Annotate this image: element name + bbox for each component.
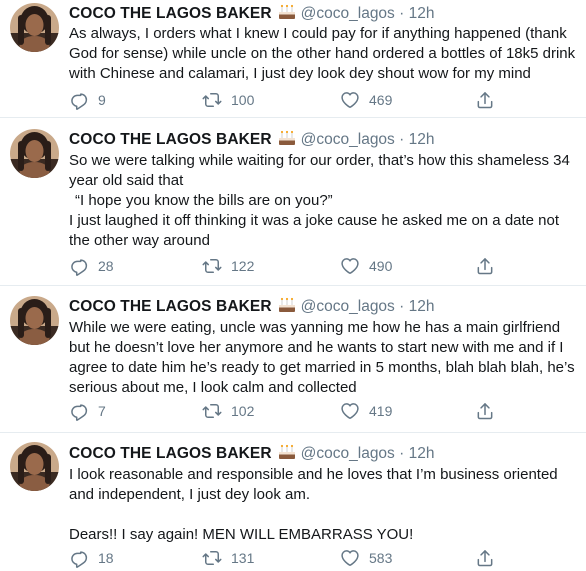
tweet-actions: 7 102 419 bbox=[69, 401, 489, 421]
tweet-text: So we were talking while waiting for our… bbox=[69, 151, 579, 251]
retweet-icon bbox=[202, 548, 222, 568]
retweet-button[interactable]: 131 bbox=[202, 548, 254, 568]
like-button[interactable]: 469 bbox=[340, 90, 392, 110]
like-button[interactable]: 490 bbox=[340, 256, 392, 276]
tweet-actions: 9 100 469 bbox=[69, 90, 489, 110]
separator-dot: · bbox=[399, 298, 405, 315]
retweet-count: 100 bbox=[231, 92, 255, 108]
avatar-image bbox=[10, 296, 59, 345]
reply-button[interactable]: 28 bbox=[69, 256, 114, 276]
reply-count: 7 bbox=[98, 403, 106, 419]
separator-dot: · bbox=[399, 5, 405, 22]
tweet-header: COCO THE LAGOS BAKER @coco_lagos · 12h bbox=[69, 4, 434, 23]
heart-icon bbox=[340, 90, 360, 110]
tweet-actions: 18 131 583 bbox=[69, 548, 489, 568]
username[interactable]: @coco_lagos bbox=[301, 131, 395, 148]
reply-button[interactable]: 7 bbox=[69, 401, 106, 421]
avatar[interactable] bbox=[10, 296, 59, 345]
like-button[interactable]: 583 bbox=[340, 548, 392, 568]
reply-icon bbox=[69, 401, 89, 421]
tweet-header: COCO THE LAGOS BAKER @coco_lagos · 12h bbox=[69, 444, 434, 463]
avatar[interactable] bbox=[10, 129, 59, 178]
share-button[interactable] bbox=[475, 90, 495, 110]
avatar-image bbox=[10, 3, 59, 52]
avatar-image bbox=[10, 442, 59, 491]
tweet-header: COCO THE LAGOS BAKER @coco_lagos · 12h bbox=[69, 130, 434, 149]
share-icon bbox=[475, 256, 495, 276]
retweet-button[interactable]: 100 bbox=[202, 90, 254, 110]
avatar-image bbox=[10, 129, 59, 178]
like-button[interactable]: 419 bbox=[340, 401, 392, 421]
tweet-text-paragraph: I just laughed it off thinking it was a … bbox=[69, 212, 560, 249]
retweet-icon bbox=[202, 90, 222, 110]
username[interactable]: @coco_lagos bbox=[301, 298, 395, 315]
separator-dot: · bbox=[399, 445, 405, 462]
tweet-text-paragraph: So we were talking while waiting for our… bbox=[69, 152, 570, 189]
tweet-text-paragraph: I look reasonable and responsible and he… bbox=[69, 466, 558, 503]
tweet-actions: 28 122 490 bbox=[69, 256, 489, 276]
username[interactable]: @coco_lagos bbox=[301, 5, 395, 22]
reply-count: 28 bbox=[98, 258, 114, 274]
retweet-button[interactable]: 122 bbox=[202, 256, 254, 276]
retweet-button[interactable]: 102 bbox=[202, 401, 254, 421]
tweet-text: As always, I orders what I knew I could … bbox=[69, 24, 579, 84]
avatar[interactable] bbox=[10, 3, 59, 52]
timestamp[interactable]: 12h bbox=[409, 445, 435, 462]
avatar[interactable] bbox=[10, 442, 59, 491]
cake-icon bbox=[277, 130, 297, 146]
tweet-text: While we were eating, uncle was yanning … bbox=[69, 318, 579, 398]
like-count: 419 bbox=[369, 403, 393, 419]
heart-icon bbox=[340, 548, 360, 568]
like-count: 583 bbox=[369, 550, 393, 566]
reply-button[interactable]: 18 bbox=[69, 548, 114, 568]
tweet-header: COCO THE LAGOS BAKER @coco_lagos · 12h bbox=[69, 297, 434, 316]
tweet-thread: COCO THE LAGOS BAKER @coco_lagos · 12h As… bbox=[0, 0, 586, 571]
reply-count: 18 bbox=[98, 550, 114, 566]
share-icon bbox=[475, 401, 495, 421]
heart-icon bbox=[340, 256, 360, 276]
share-button[interactable] bbox=[475, 548, 495, 568]
cake-icon bbox=[277, 4, 297, 20]
heart-icon bbox=[340, 401, 360, 421]
retweet-count: 122 bbox=[231, 258, 255, 274]
retweet-count: 102 bbox=[231, 403, 255, 419]
timestamp[interactable]: 12h bbox=[409, 298, 435, 315]
reply-button[interactable]: 9 bbox=[69, 90, 106, 110]
reply-icon bbox=[69, 90, 89, 110]
display-name[interactable]: COCO THE LAGOS BAKER bbox=[69, 298, 272, 315]
timestamp[interactable]: 12h bbox=[409, 131, 435, 148]
cake-icon bbox=[277, 297, 297, 313]
reply-count: 9 bbox=[98, 92, 106, 108]
tweet[interactable]: COCO THE LAGOS BAKER @coco_lagos · 12h So… bbox=[0, 126, 586, 286]
tweet-text-paragraph: While we were eating, uncle was yanning … bbox=[69, 319, 575, 396]
display-name[interactable]: COCO THE LAGOS BAKER bbox=[69, 131, 272, 148]
tweet-text-paragraph: As always, I orders what I knew I could … bbox=[69, 25, 576, 82]
tweet[interactable]: COCO THE LAGOS BAKER @coco_lagos · 12h I … bbox=[0, 440, 586, 571]
retweet-count: 131 bbox=[231, 550, 255, 566]
tweet-text-paragraph: Dears!! I say again! MEN WILL EMBARRASS … bbox=[69, 526, 414, 543]
tweet[interactable]: COCO THE LAGOS BAKER @coco_lagos · 12h As… bbox=[0, 0, 586, 118]
like-count: 490 bbox=[369, 258, 393, 274]
retweet-icon bbox=[202, 401, 222, 421]
timestamp[interactable]: 12h bbox=[409, 5, 435, 22]
share-icon bbox=[475, 548, 495, 568]
reply-icon bbox=[69, 548, 89, 568]
cake-icon bbox=[277, 444, 297, 460]
display-name[interactable]: COCO THE LAGOS BAKER bbox=[69, 445, 272, 462]
quoted-question: “I hope you know the bills are on you?” bbox=[75, 192, 333, 209]
share-button[interactable] bbox=[475, 256, 495, 276]
username[interactable]: @coco_lagos bbox=[301, 445, 395, 462]
like-count: 469 bbox=[369, 92, 393, 108]
retweet-icon bbox=[202, 256, 222, 276]
share-button[interactable] bbox=[475, 401, 495, 421]
reply-icon bbox=[69, 256, 89, 276]
display-name[interactable]: COCO THE LAGOS BAKER bbox=[69, 5, 272, 22]
tweet-text: I look reasonable and responsible and he… bbox=[69, 465, 579, 545]
share-icon bbox=[475, 90, 495, 110]
tweet[interactable]: COCO THE LAGOS BAKER @coco_lagos · 12h Wh… bbox=[0, 293, 586, 433]
separator-dot: · bbox=[399, 131, 405, 148]
